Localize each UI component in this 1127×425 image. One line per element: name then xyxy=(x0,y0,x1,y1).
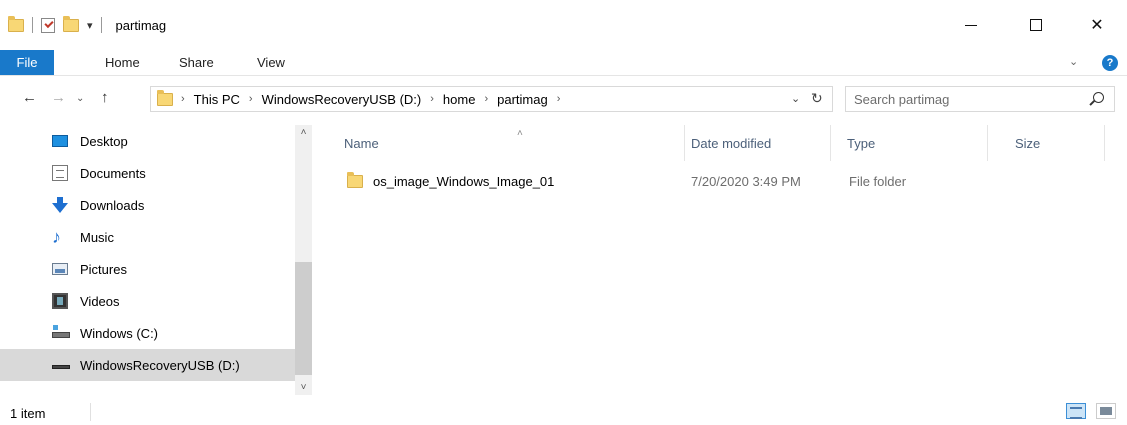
column-header-type[interactable]: Type xyxy=(833,125,988,161)
scroll-up-icon[interactable]: ˄ xyxy=(295,127,312,138)
sidebar-item-documents[interactable]: Documents xyxy=(0,157,295,189)
separator xyxy=(32,17,33,33)
pictures-icon xyxy=(52,263,68,275)
sidebar-item-label: WindowsRecoveryUSB (D:) xyxy=(80,357,240,373)
title-bar: ▾ partimag ✕ xyxy=(0,0,1127,50)
tab-file[interactable]: File xyxy=(0,50,54,75)
folder-icon xyxy=(157,89,173,106)
sidebar-item-windows-c[interactable]: Windows (C:) xyxy=(0,317,295,349)
new-folder-icon[interactable] xyxy=(63,15,79,32)
sidebar-item-music[interactable]: ♪ Music xyxy=(0,221,295,253)
sidebar-item-label: Windows (C:) xyxy=(80,325,159,341)
close-button[interactable]: ✕ xyxy=(1074,0,1120,50)
recent-locations-chevron-icon[interactable]: ⌄ xyxy=(76,93,84,104)
status-bar: 1 item xyxy=(0,398,1127,425)
file-name: os_image_Windows_Image_01 xyxy=(373,174,555,189)
music-icon: ♪ xyxy=(52,227,61,247)
file-type: File folder xyxy=(849,174,907,189)
videos-icon xyxy=(52,293,68,309)
sidebar-item-label: Desktop xyxy=(80,133,128,149)
refresh-icon[interactable]: ↻ xyxy=(811,90,823,107)
sidebar-item-label: Pictures xyxy=(80,261,127,277)
tab-view[interactable]: View xyxy=(257,50,285,75)
address-row: ← → ⌄ ↑ › This PC › WindowsRecoveryUSB (… xyxy=(0,77,1127,121)
column-header-name[interactable]: Name ˄ xyxy=(330,125,685,161)
scroll-down-icon[interactable]: ˅ xyxy=(295,382,312,393)
breadcrumb-usb-drive[interactable]: WindowsRecoveryUSB (D:) xyxy=(262,92,422,107)
sidebar-item-videos[interactable]: Videos xyxy=(0,285,295,317)
sidebar-item-pictures[interactable]: Pictures xyxy=(0,253,295,285)
breadcrumb-separator[interactable]: › xyxy=(249,93,253,105)
breadcrumb-separator[interactable]: › xyxy=(181,93,185,105)
divider xyxy=(90,403,91,421)
breadcrumb-this-pc[interactable]: This PC xyxy=(194,92,240,107)
expand-ribbon-icon[interactable]: ⌄ xyxy=(1069,55,1078,68)
documents-icon xyxy=(52,165,68,181)
sidebar-item-label: Documents xyxy=(80,165,146,181)
breadcrumb-separator[interactable]: › xyxy=(484,93,488,105)
back-arrow-icon[interactable]: ← xyxy=(22,89,37,106)
close-icon: ✕ xyxy=(1090,17,1104,34)
up-arrow-icon[interactable]: ↑ xyxy=(101,89,109,106)
column-header-date-modified[interactable]: Date modified xyxy=(677,125,831,161)
customize-toolbar-dropdown[interactable]: ▾ xyxy=(87,19,93,32)
details-view-icon[interactable] xyxy=(1066,403,1086,419)
maximize-icon xyxy=(1030,19,1042,31)
search-box[interactable] xyxy=(845,86,1115,112)
breadcrumb-home[interactable]: home xyxy=(443,92,476,107)
tab-share[interactable]: Share xyxy=(179,50,214,75)
navigation-pane-scrollbar[interactable]: ˄ ˅ xyxy=(295,125,312,395)
forward-arrow-icon[interactable]: → xyxy=(51,89,66,106)
breadcrumb-partimag[interactable]: partimag xyxy=(497,92,548,107)
tab-home[interactable]: Home xyxy=(105,50,140,75)
column-header-size[interactable]: Size xyxy=(1001,125,1105,161)
item-count: 1 item xyxy=(10,406,46,421)
search-input[interactable] xyxy=(854,91,1084,107)
large-icons-view-icon[interactable] xyxy=(1096,403,1116,419)
sidebar-item-label: Videos xyxy=(80,293,120,309)
file-date-modified: 7/20/2020 3:49 PM xyxy=(691,174,801,189)
sidebar-item-label: Downloads xyxy=(80,197,145,213)
minimize-button[interactable] xyxy=(948,0,994,50)
quick-access-toolbar: ▾ partimag xyxy=(8,14,166,36)
column-label: Name xyxy=(344,136,379,151)
minimize-icon xyxy=(965,24,977,26)
sidebar-item-windows-recovery-usb[interactable]: WindowsRecoveryUSB (D:) xyxy=(0,349,295,381)
search-icon[interactable] xyxy=(1093,92,1104,103)
help-icon[interactable]: ? xyxy=(1102,55,1118,71)
properties-icon[interactable] xyxy=(41,17,55,33)
sidebar-item-label: Music xyxy=(80,229,114,245)
sort-ascending-icon: ˄ xyxy=(517,128,523,139)
desktop-icon xyxy=(52,135,68,147)
ribbon-tabs: File Home Share View ⌄ ? xyxy=(0,50,1127,76)
breadcrumb-separator[interactable]: › xyxy=(430,93,434,105)
sidebar-item-desktop[interactable]: Desktop xyxy=(0,125,295,157)
table-row[interactable]: os_image_Windows_Image_01 7/20/2020 3:49… xyxy=(330,168,1127,196)
scrollbar-thumb[interactable] xyxy=(295,262,312,375)
navigation-pane: Desktop Documents Downloads ♪ Music Pict… xyxy=(0,125,310,395)
maximize-button[interactable] xyxy=(1013,0,1059,50)
address-bar[interactable]: › This PC › WindowsRecoveryUSB (D:) › ho… xyxy=(150,86,833,112)
downloads-icon xyxy=(52,197,68,213)
drive-c-icon xyxy=(52,325,70,338)
sidebar-item-downloads[interactable]: Downloads xyxy=(0,189,295,221)
usb-drive-icon xyxy=(52,365,70,369)
address-dropdown-icon[interactable]: ⌄ xyxy=(791,92,800,105)
folder-icon xyxy=(8,15,24,32)
breadcrumb-separator[interactable]: › xyxy=(557,93,561,105)
folder-icon xyxy=(347,172,363,188)
window-title: partimag xyxy=(115,17,167,33)
file-list: Name ˄ Date modified Type Size os_image_… xyxy=(315,125,1127,395)
separator xyxy=(100,17,102,33)
